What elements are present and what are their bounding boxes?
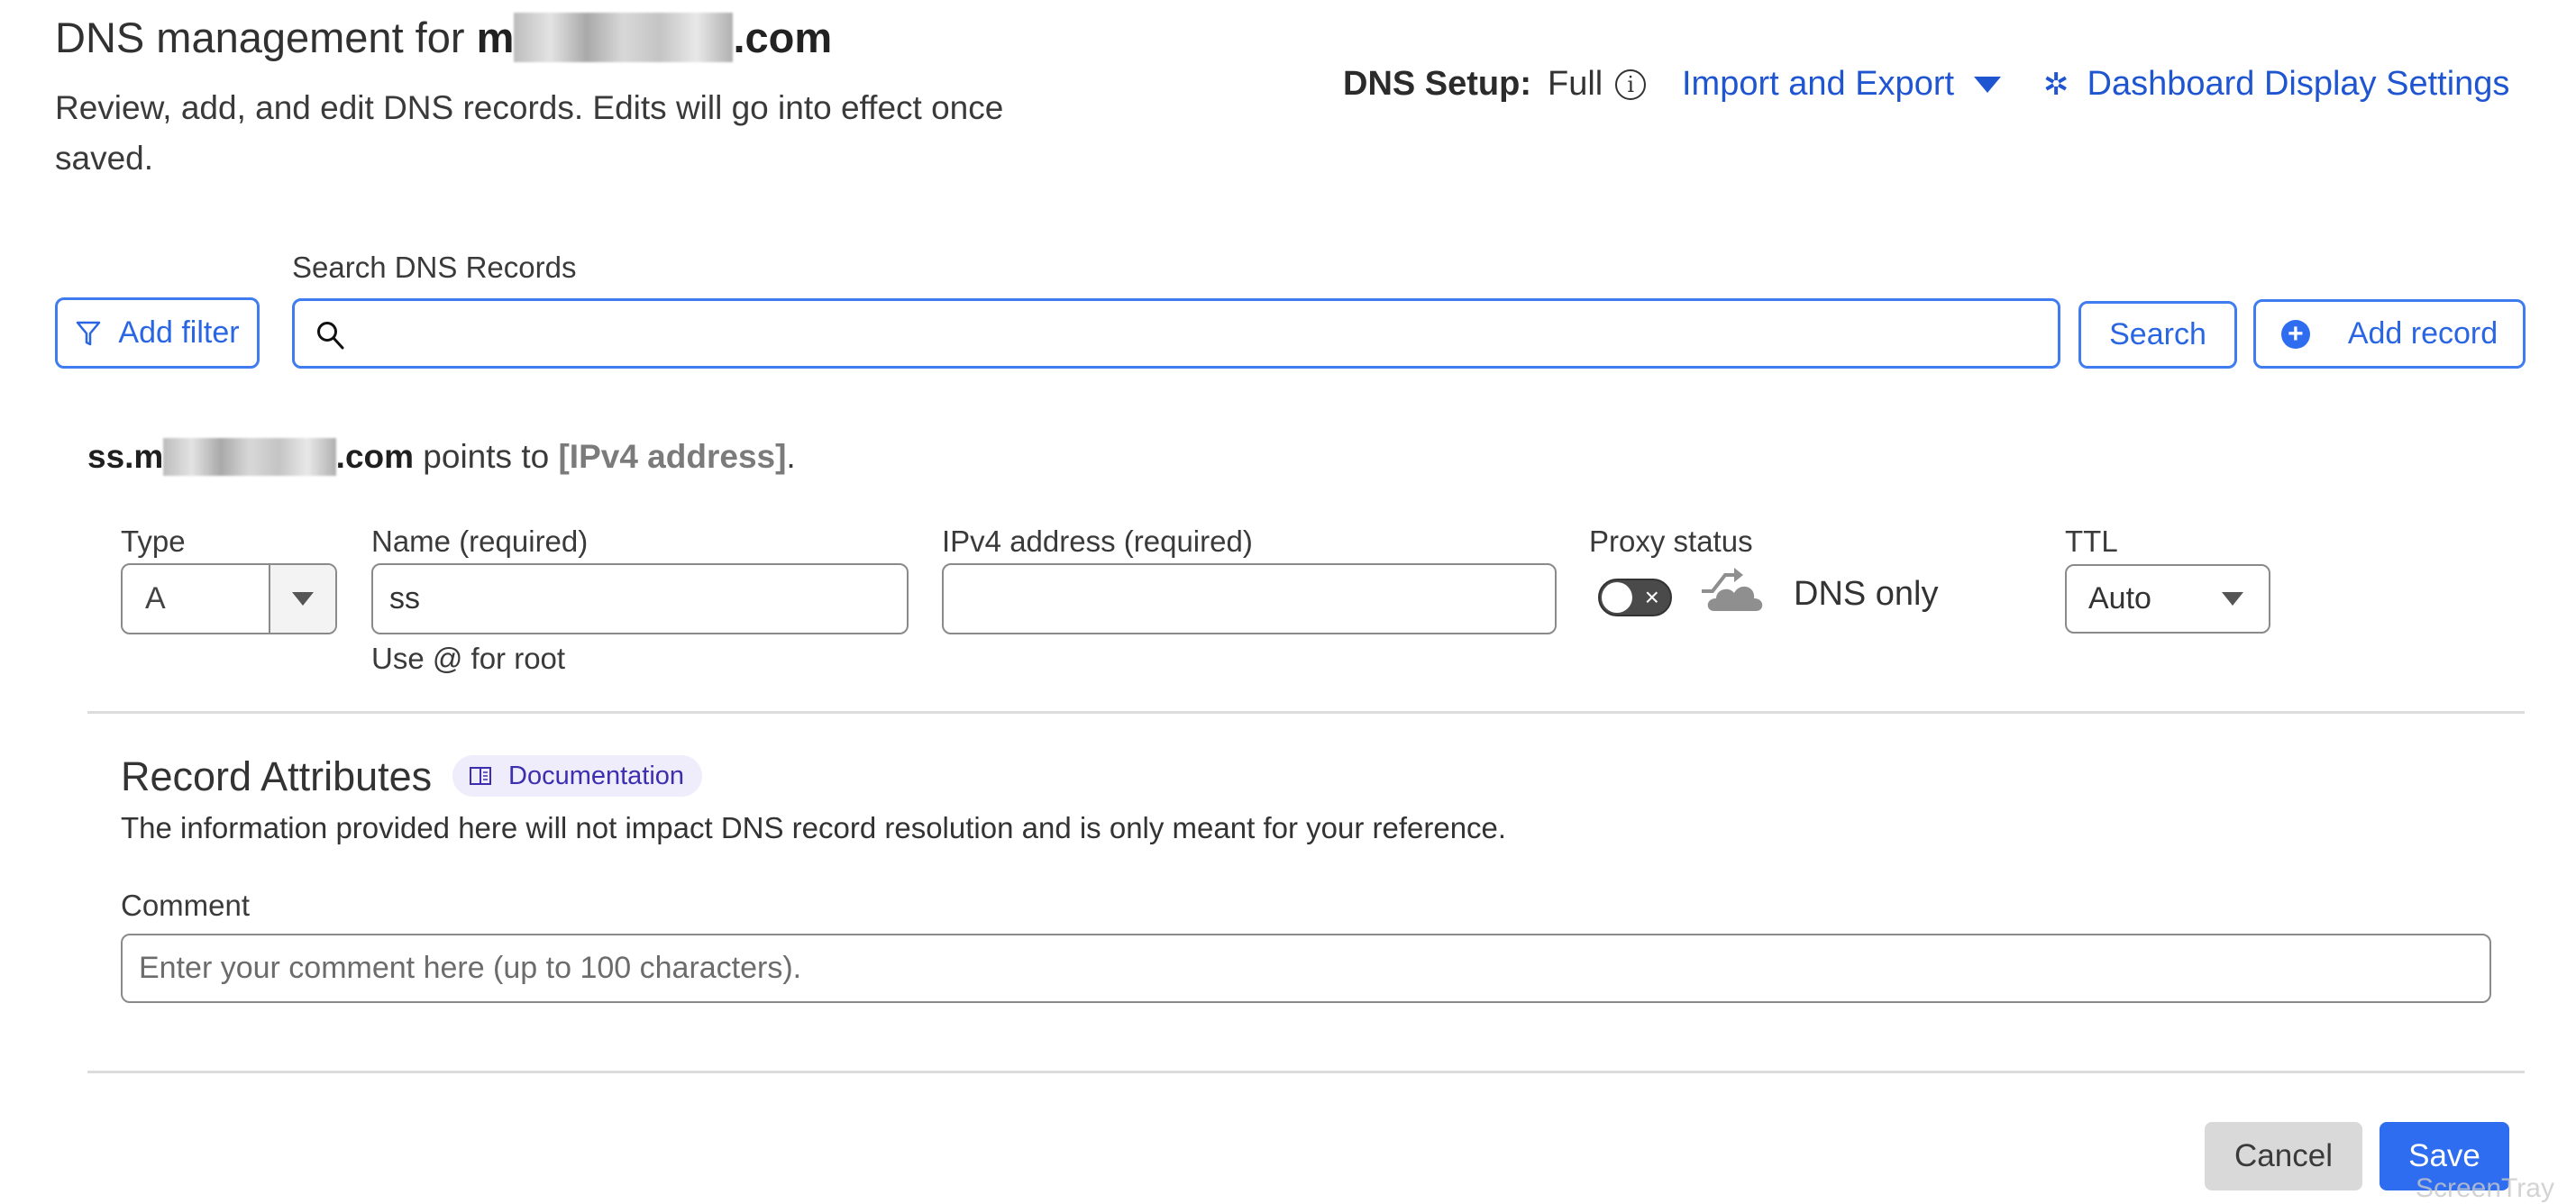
redacted-domain: ercitasavel — [163, 438, 336, 476]
type-value: A — [145, 581, 166, 616]
page-title: DNS management for mercitasavel.com — [55, 13, 832, 62]
ipv4-input[interactable] — [944, 565, 1555, 633]
caret-down-icon — [2222, 592, 2243, 606]
dashboard-display-settings-link[interactable]: ✲ Dashboard Display Settings — [2043, 65, 2509, 104]
caret-down-icon — [1974, 76, 2002, 93]
comment-field[interactable] — [121, 934, 2491, 1003]
record-attributes-description: The information provided here will not i… — [121, 811, 1507, 844]
dns-setup-status: DNS Setup: Full i — [1343, 65, 1647, 104]
summary-target-placeholder: [IPv4 address] — [558, 438, 787, 475]
proxy-status-label: Proxy status — [1589, 524, 1753, 558]
documentation-label: Documentation — [508, 761, 685, 790]
search-button-label: Search — [2109, 317, 2206, 351]
search-label: Search DNS Records — [292, 251, 577, 284]
ipv4-field[interactable] — [942, 563, 1557, 634]
info-icon[interactable]: i — [1615, 68, 1647, 100]
add-filter-label: Add filter — [118, 315, 240, 350]
comment-label: Comment — [121, 889, 251, 922]
ttl-select[interactable]: Auto — [2065, 564, 2270, 634]
type-dropdown-toggle[interactable] — [269, 565, 335, 633]
footer-divider — [87, 1071, 2525, 1073]
book-icon — [470, 767, 491, 785]
record-fqdn: ss.mercitasavel.com — [87, 438, 415, 476]
ttl-label: TTL — [2065, 524, 2118, 558]
search-icon — [317, 322, 344, 350]
search-input[interactable] — [367, 301, 2047, 368]
name-hint: Use @ for root — [371, 642, 566, 675]
ipv4-label: IPv4 address (required) — [942, 524, 1253, 558]
cancel-button[interactable]: Cancel — [2205, 1122, 2362, 1190]
import-export-label: Import and Export — [1682, 65, 1955, 103]
summary-text: points to — [414, 438, 559, 475]
name-field[interactable] — [371, 563, 909, 634]
add-filter-button[interactable]: Add filter — [55, 297, 260, 369]
name-input[interactable] — [373, 565, 907, 633]
search-dns-records-field[interactable] — [292, 298, 2060, 369]
close-icon: × — [1644, 583, 1659, 611]
add-record-button[interactable]: + Add record — [2253, 299, 2526, 369]
caret-down-icon — [292, 592, 314, 606]
proxy-status-text: DNS only — [1794, 575, 1939, 613]
import-export-dropdown[interactable]: Import and Export — [1682, 65, 2002, 104]
name-label: Name (required) — [371, 524, 589, 558]
type-select[interactable]: A — [121, 563, 337, 634]
record-summary: ss.mercitasavel.com points to [IPv4 addr… — [87, 438, 796, 476]
dashboard-settings-label: Dashboard Display Settings — [2087, 65, 2510, 103]
section-divider — [87, 711, 2525, 714]
fqdn-prefix: ss.m — [87, 438, 164, 475]
documentation-link[interactable]: Documentation — [452, 755, 703, 797]
ttl-value: Auto — [2088, 581, 2151, 616]
dns-setup-value: Full — [1548, 65, 1603, 103]
filter-icon — [77, 321, 101, 345]
record-attributes-heading: Record Attributes — [121, 753, 433, 799]
page-subtitle: Review, add, and edit DNS records. Edits… — [55, 89, 1004, 177]
fqdn-suffix: .com — [335, 438, 415, 475]
gear-icon: ✲ — [2043, 67, 2069, 102]
dns-only-cloud-icon — [1702, 568, 1763, 611]
watermark: ScreenTray — [2416, 1173, 2554, 1203]
add-record-label: Add record — [2347, 316, 2498, 351]
plus-circle-icon: + — [2280, 319, 2310, 349]
domain-start: m — [476, 14, 515, 61]
type-label: Type — [121, 524, 186, 558]
dns-setup-label: DNS Setup: — [1343, 65, 1531, 103]
search-button[interactable]: Search — [2078, 301, 2237, 369]
summary-period: . — [786, 438, 796, 475]
toggle-knob — [1602, 582, 1632, 613]
zone-domain: mercitasavel.com — [476, 13, 833, 62]
title-prefix: DNS management for — [55, 14, 477, 61]
redacted-domain: ercitasavel — [514, 13, 734, 62]
domain-end: .com — [733, 14, 833, 61]
proxy-status-toggle[interactable]: × — [1598, 579, 1672, 616]
comment-input[interactable] — [123, 935, 2489, 1001]
